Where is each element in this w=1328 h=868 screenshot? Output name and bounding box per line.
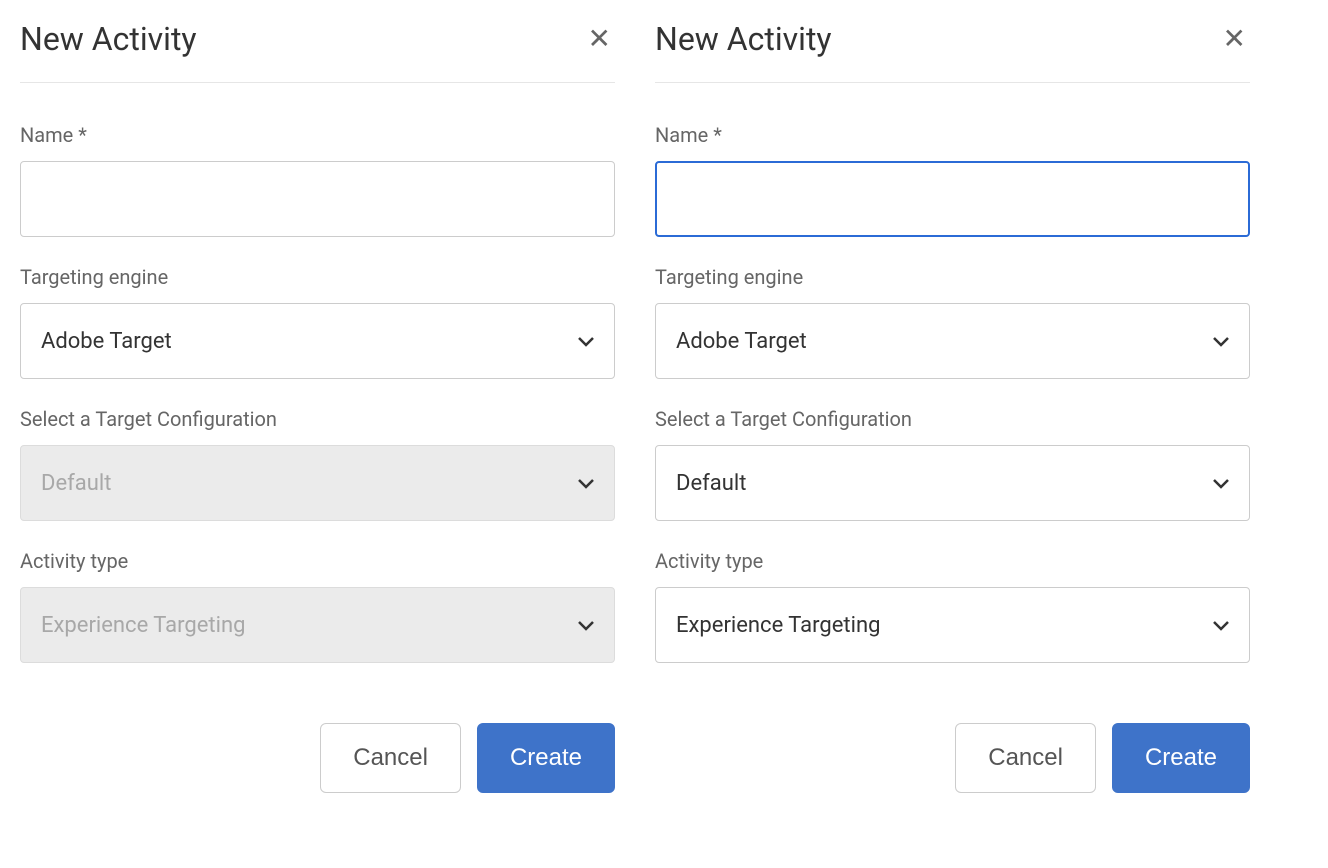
dialog-footer: Cancel Create [20,723,615,793]
close-button[interactable]: ✕ [1219,21,1250,57]
engine-select-wrapper: Adobe Target [655,303,1250,379]
engine-select[interactable]: Adobe Target [20,303,615,379]
create-button[interactable]: Create [477,723,615,793]
config-field-group: Select a Target Configuration Default [655,407,1250,521]
dialog-header: New Activity ✕ [20,20,615,83]
close-icon: ✕ [1223,23,1246,54]
create-button[interactable]: Create [1112,723,1250,793]
engine-label: Targeting engine [655,265,1250,289]
cancel-button[interactable]: Cancel [320,723,461,793]
type-field-group: Activity type Experience Targeting [20,549,615,663]
type-label: Activity type [655,549,1250,573]
engine-select-wrapper: Adobe Target [20,303,615,379]
config-select-value: Default [41,471,111,496]
type-field-group: Activity type Experience Targeting [655,549,1250,663]
type-select-value: Experience Targeting [676,613,880,638]
engine-select-value: Adobe Target [41,329,172,354]
config-select-wrapper: Default [655,445,1250,521]
dialog-footer: Cancel Create [655,723,1250,793]
type-select-wrapper: Experience Targeting [20,587,615,663]
engine-field-group: Targeting engine Adobe Target [20,265,615,379]
config-select: Default [20,445,615,521]
config-select-value: Default [676,471,746,496]
engine-select[interactable]: Adobe Target [655,303,1250,379]
config-label: Select a Target Configuration [655,407,1250,431]
close-icon: ✕ [588,23,611,54]
name-input[interactable] [655,161,1250,237]
engine-select-value: Adobe Target [676,329,807,354]
config-label: Select a Target Configuration [20,407,615,431]
config-select[interactable]: Default [655,445,1250,521]
name-field-group: Name * [20,123,615,237]
new-activity-dialog-left: New Activity ✕ Name * Targeting engine A… [20,20,615,793]
dialog-title: New Activity [20,20,197,58]
dialog-title: New Activity [655,20,832,58]
engine-field-group: Targeting engine Adobe Target [655,265,1250,379]
name-input[interactable] [20,161,615,237]
type-select[interactable]: Experience Targeting [655,587,1250,663]
name-label: Name * [655,123,1250,147]
close-button[interactable]: ✕ [584,21,615,57]
type-select: Experience Targeting [20,587,615,663]
new-activity-dialog-right: New Activity ✕ Name * Targeting engine A… [655,20,1250,793]
type-select-value: Experience Targeting [41,613,245,638]
engine-label: Targeting engine [20,265,615,289]
cancel-button[interactable]: Cancel [955,723,1096,793]
config-field-group: Select a Target Configuration Default [20,407,615,521]
name-field-group: Name * [655,123,1250,237]
name-label: Name * [20,123,615,147]
dialog-header: New Activity ✕ [655,20,1250,83]
type-select-wrapper: Experience Targeting [655,587,1250,663]
config-select-wrapper: Default [20,445,615,521]
type-label: Activity type [20,549,615,573]
